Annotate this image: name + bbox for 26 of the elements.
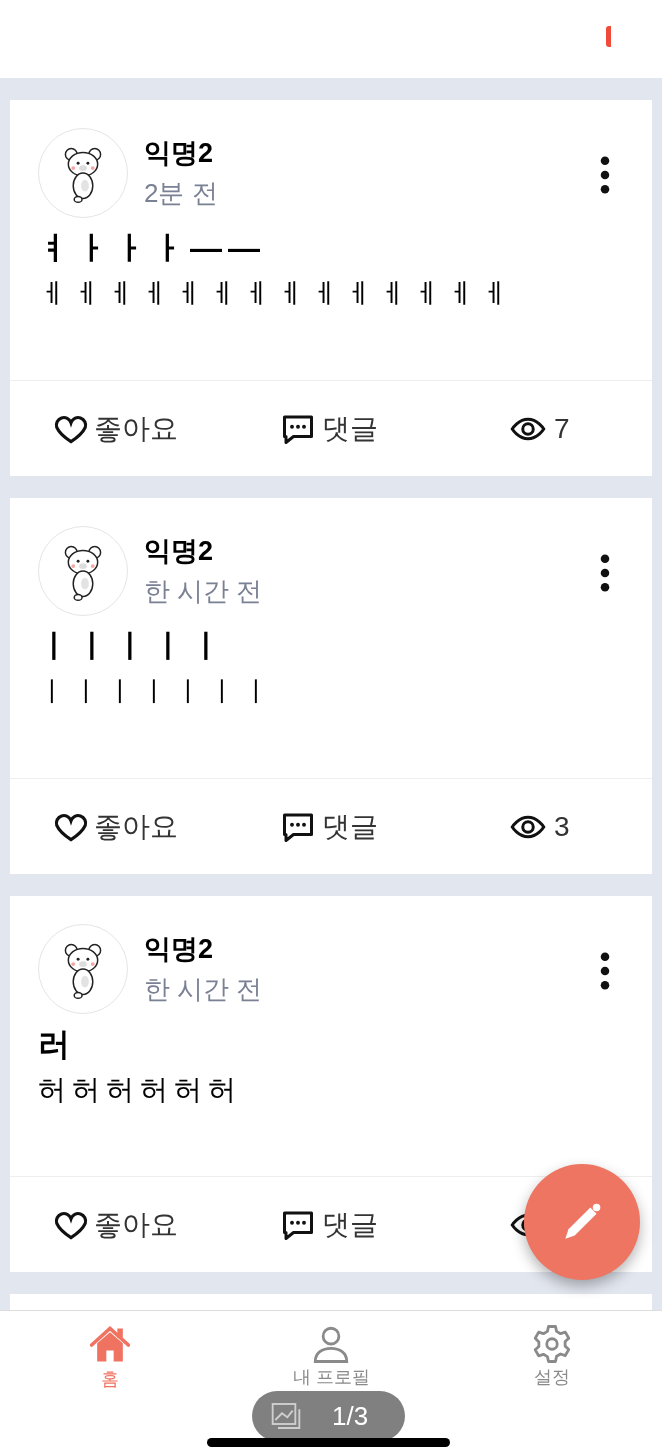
post-body: 허허허허허허 xyxy=(38,1073,243,1107)
author-name: 익명2 xyxy=(144,534,215,568)
post-title: 러 xyxy=(38,1025,77,1064)
notification-mark xyxy=(606,26,611,47)
post-title: ㅕㅏㅏㅏ—— xyxy=(38,229,267,268)
like-button[interactable]: 좋아요 xyxy=(52,805,280,848)
comment-button[interactable]: 댓글 xyxy=(280,805,510,848)
view-count: 7 xyxy=(554,411,570,446)
post-time: 한 시간 전 xyxy=(144,972,263,1006)
post-title: ㅣㅣㅣㅣㅣ xyxy=(38,627,229,666)
post-body: ㅣㅣㅣㅣㅣㅣㅣ xyxy=(38,675,277,709)
gallery-icon xyxy=(270,1400,302,1432)
post-time: 한 시간 전 xyxy=(144,574,263,608)
like-button[interactable]: 좋아요 xyxy=(52,407,280,450)
counter-text: 1/3 xyxy=(332,1399,369,1433)
more-icon[interactable] xyxy=(600,952,610,990)
view-count: 3 xyxy=(554,809,570,844)
comment-button[interactable]: 댓글 xyxy=(280,1203,510,1246)
like-button[interactable]: 좋아요 xyxy=(52,1203,280,1246)
comment-button[interactable]: 댓글 xyxy=(280,407,510,450)
author-name: 익명2 xyxy=(144,136,215,170)
post-time: 2분 전 xyxy=(144,176,218,210)
author-name: 익명2 xyxy=(144,932,215,966)
more-icon[interactable] xyxy=(600,554,610,592)
post-body: ㅔㅔㅔㅔㅔㅔㅔㅔㅔㅔㅔㅔㅔㅔ xyxy=(38,277,515,311)
more-icon[interactable] xyxy=(600,156,610,194)
